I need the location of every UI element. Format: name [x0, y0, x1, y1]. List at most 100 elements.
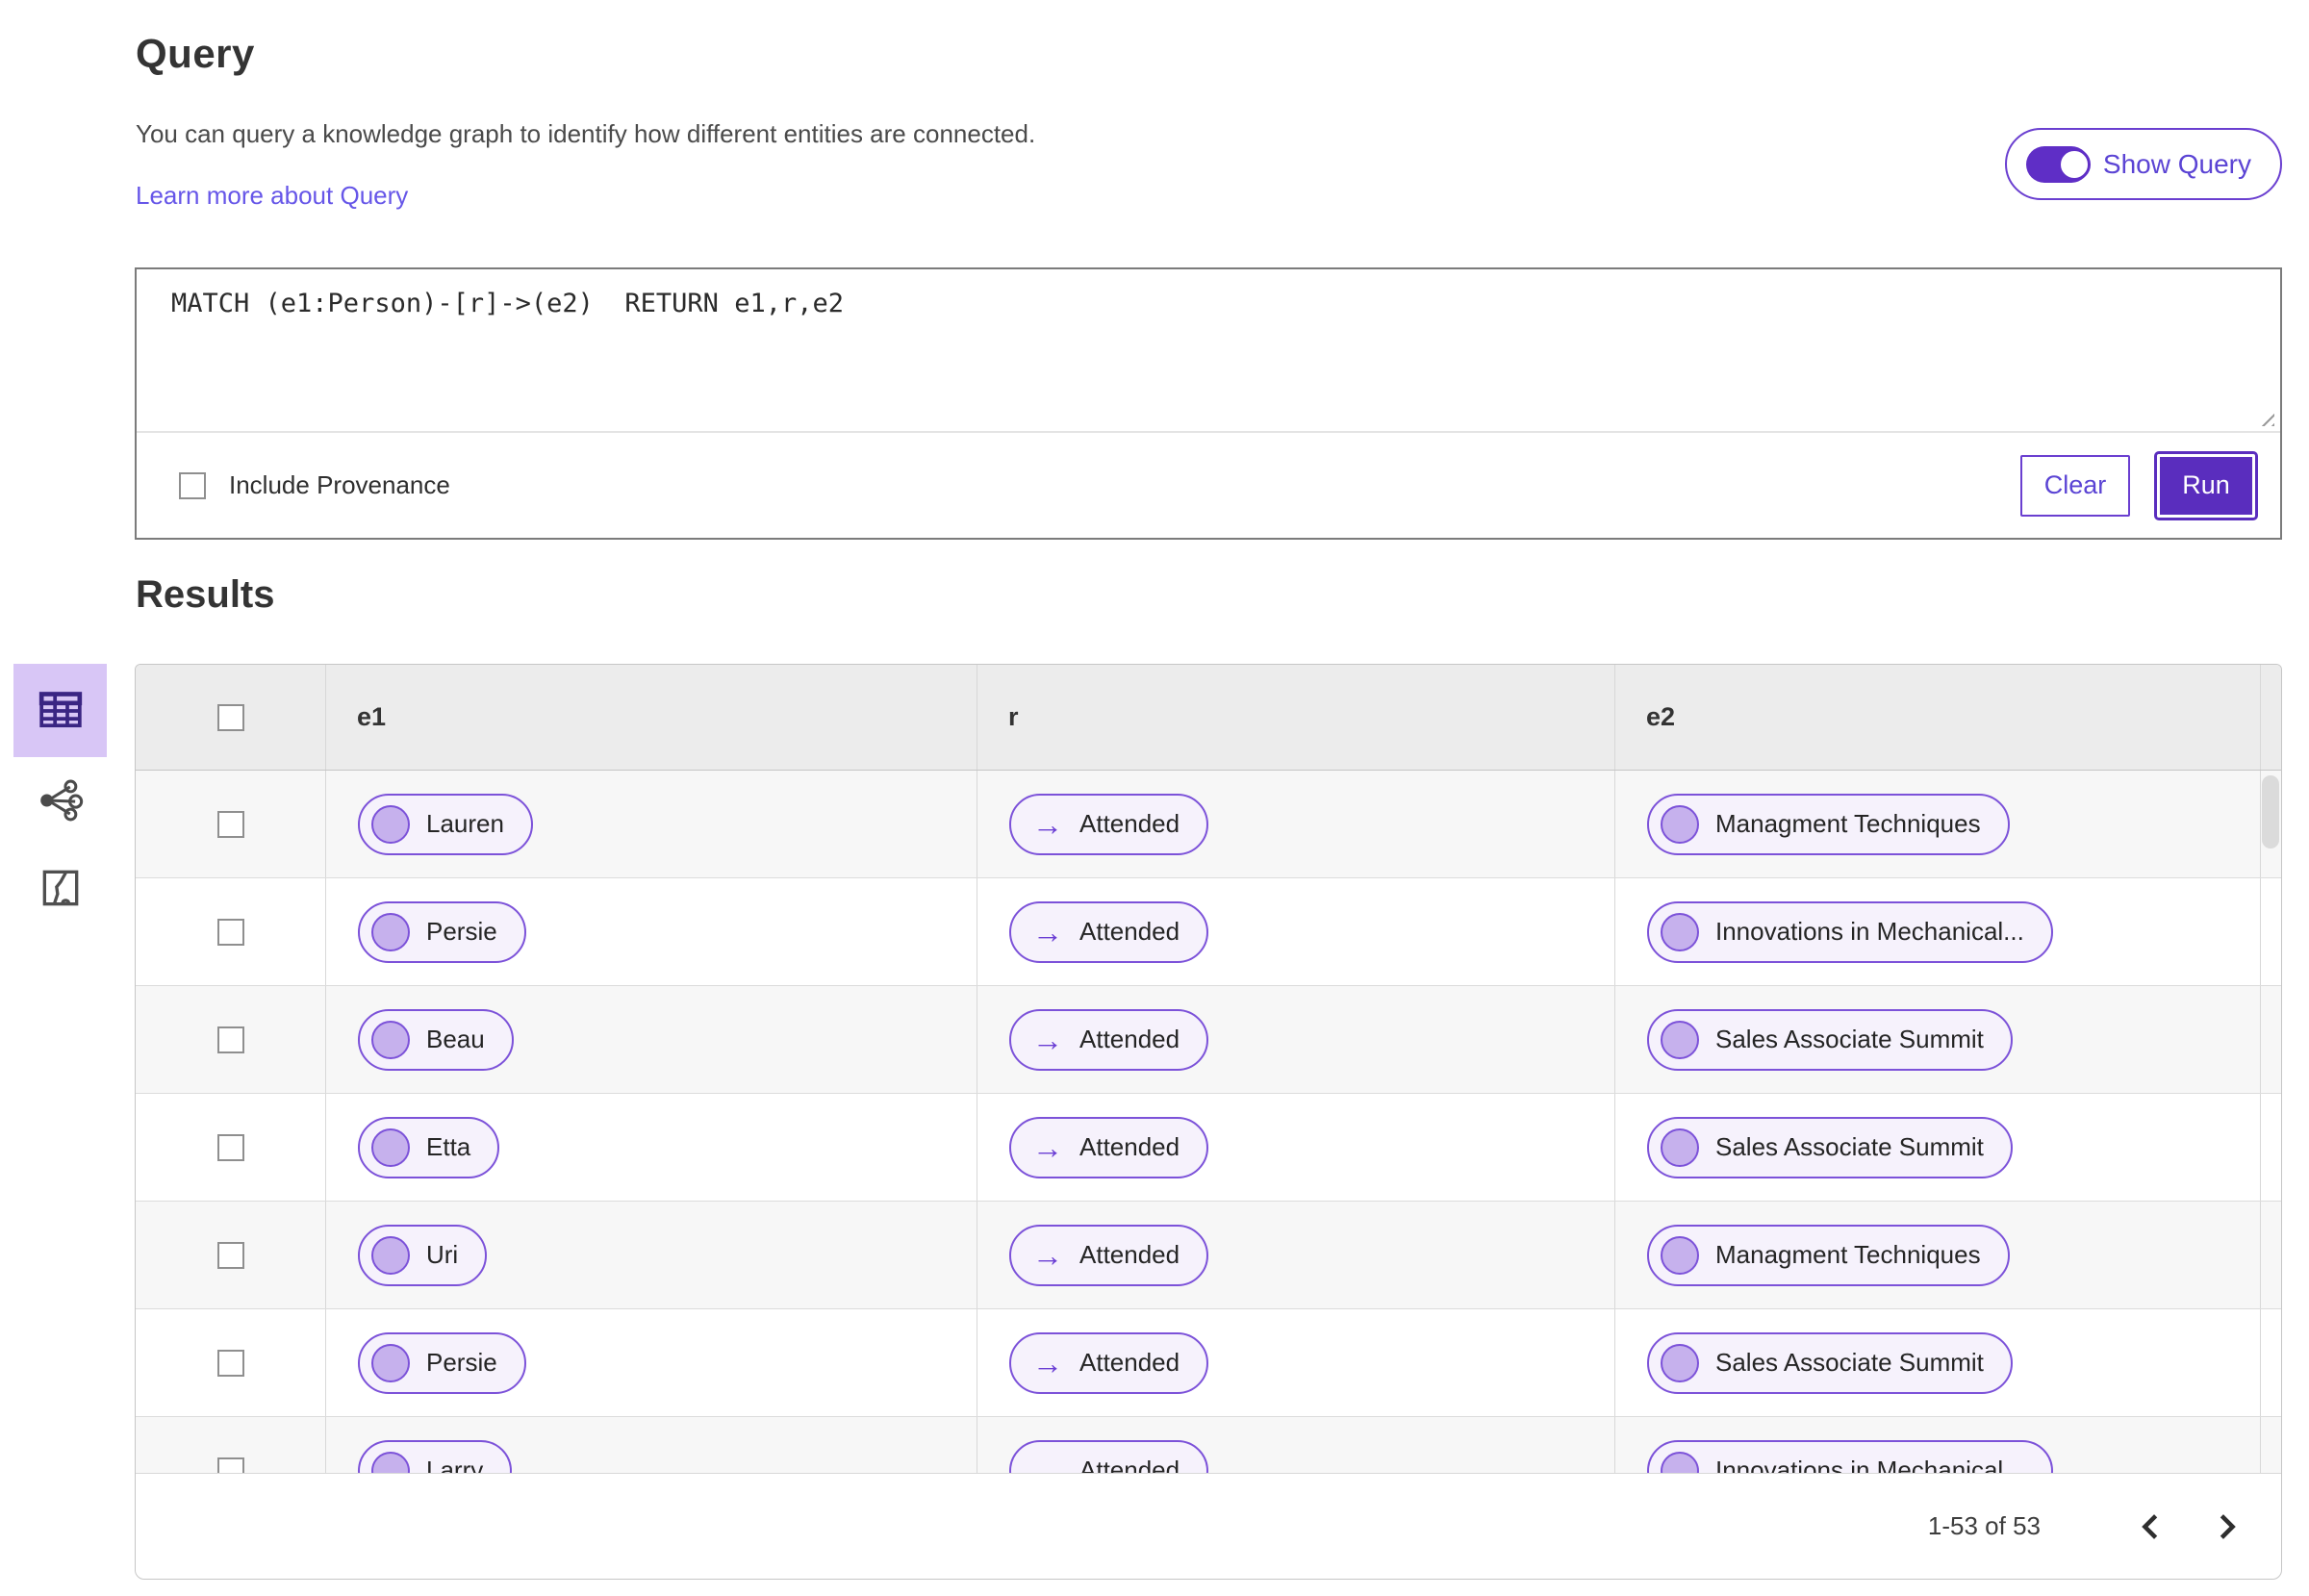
relationship-pill[interactable]: → Attended — [1009, 1331, 1209, 1394]
row-checkbox[interactable] — [216, 810, 244, 838]
toggle-knob[interactable] — [2057, 147, 2091, 181]
entity-node-icon — [371, 1020, 410, 1059]
resize-handle-icon[interactable] — [2255, 407, 2274, 426]
select-all-checkbox[interactable] — [216, 703, 244, 731]
entity-node-icon — [371, 1343, 410, 1382]
e1-pill-label: Persie — [426, 917, 497, 946]
scrollbar-gutter-cell — [2260, 878, 2281, 985]
entity-pill-e2[interactable]: Sales Associate Summit — [1647, 1008, 2013, 1071]
scrollbar-gutter-cell — [2260, 1202, 2281, 1308]
query-page: Query You can query a knowledge graph to… — [0, 0, 2309, 1596]
row-checkbox[interactable] — [216, 1133, 244, 1161]
table-row: Persie → Attended Innovations in Mechani… — [136, 878, 2281, 986]
entity-node-icon — [371, 1235, 410, 1275]
entity-pill-e1[interactable]: Etta — [358, 1116, 500, 1178]
vertical-scrollbar-thumb[interactable] — [2262, 775, 2279, 849]
page-title: Query — [136, 31, 255, 76]
relationship-arrow-icon: → — [1032, 1022, 1063, 1057]
row-checkbox[interactable] — [216, 1349, 244, 1377]
query-text[interactable]: MATCH (e1:Person)-[r]->(e2) RETURN e1,r,… — [171, 289, 844, 318]
view-rail-item-graph[interactable] — [13, 772, 107, 829]
e2-cell: Sales Associate Summit — [1614, 986, 2260, 1093]
table-header-row: e1 r e2 — [136, 665, 2281, 771]
entity-node-icon — [1661, 1235, 1699, 1275]
relationship-pill[interactable]: → Attended — [1009, 1008, 1209, 1071]
r-cell: → Attended — [977, 1202, 1614, 1308]
e1-cell: Lauren — [325, 771, 977, 877]
r-pill-label: Attended — [1079, 809, 1180, 838]
show-query-toggle[interactable]: Show Query — [2004, 128, 2282, 200]
results-title: Results — [136, 573, 275, 616]
e1-cell: Etta — [325, 1094, 977, 1201]
e2-pill-label: Innovations in Mechanical... — [1715, 917, 2024, 946]
table-row: Persie → Attended Sales Associate Summit — [136, 1309, 2281, 1417]
entity-pill-e2[interactable]: Managment Techniques — [1647, 1224, 2010, 1286]
entity-pill-e1[interactable]: Persie — [358, 900, 526, 963]
relationship-pill[interactable]: → Attended — [1009, 1439, 1209, 1476]
clear-button[interactable]: Clear — [2020, 454, 2130, 517]
entity-node-icon — [1661, 1127, 1699, 1167]
entity-pill-e1[interactable]: Persie — [358, 1331, 526, 1394]
r-pill-label: Attended — [1079, 1240, 1180, 1269]
table-icon — [38, 691, 82, 727]
e2-pill-label: Managment Techniques — [1715, 1240, 1981, 1269]
e2-pill-label: Sales Associate Summit — [1715, 1348, 1984, 1377]
entity-node-icon — [1661, 804, 1699, 844]
e1-cell: Persie — [325, 878, 977, 985]
row-select-cell — [136, 1202, 325, 1308]
e2-pill-label: Sales Associate Summit — [1715, 1132, 1984, 1161]
row-checkbox[interactable] — [216, 1241, 244, 1269]
pagination-next-button[interactable] — [2200, 1500, 2254, 1554]
entity-pill-e2[interactable]: Sales Associate Summit — [1647, 1116, 2013, 1178]
e2-cell: Innovations in Mechanical... — [1614, 878, 2260, 985]
e1-pill-label: Lauren — [426, 809, 504, 838]
query-input[interactable]: MATCH (e1:Person)-[r]->(e2) RETURN e1,r,… — [137, 269, 2280, 433]
row-select-cell — [136, 1094, 325, 1201]
entity-pill-e2[interactable]: Sales Associate Summit — [1647, 1331, 2013, 1394]
view-rail-item-map[interactable] — [13, 859, 107, 917]
e2-cell: Sales Associate Summit — [1614, 1309, 2260, 1416]
e1-cell: Persie — [325, 1309, 977, 1416]
row-checkbox[interactable] — [216, 1026, 244, 1053]
r-cell: → Attended — [977, 1309, 1614, 1416]
relationship-pill[interactable]: → Attended — [1009, 1224, 1209, 1286]
entity-pill-e1[interactable]: Uri — [358, 1224, 488, 1286]
e2-cell: Managment Techniques — [1614, 771, 2260, 877]
entity-pill-e2[interactable]: Innovations in Mechanical... — [1647, 900, 2053, 963]
column-header-e1: e1 — [325, 665, 977, 770]
table-row: Etta → Attended Sales Associate Summit — [136, 1094, 2281, 1202]
entity-pill-e1[interactable]: Beau — [358, 1008, 514, 1071]
results-table: e1 r e2 Lauren → Attended Managment Tech… — [135, 664, 2282, 1580]
table-row: Uri → Attended Managment Techniques — [136, 1202, 2281, 1309]
query-actions-bar: Include Provenance Clear Run — [137, 433, 2280, 538]
entity-pill-e1[interactable]: Larry — [358, 1439, 513, 1476]
row-checkbox[interactable] — [216, 918, 244, 946]
relationship-pill[interactable]: → Attended — [1009, 793, 1209, 855]
entity-pill-e2[interactable]: Innovations in Mechanical... — [1647, 1439, 2053, 1476]
pagination-prev-button[interactable] — [2123, 1500, 2177, 1554]
scrollbar-gutter-cell — [2260, 1309, 2281, 1416]
view-rail-item-table[interactable] — [13, 664, 107, 757]
run-button[interactable]: Run — [2154, 450, 2258, 520]
e1-pill-label: Beau — [426, 1025, 485, 1053]
map-route-icon — [42, 870, 78, 906]
row-select-cell — [136, 878, 325, 985]
scrollbar-gutter-cell — [2260, 986, 2281, 1093]
entity-node-icon — [1661, 1020, 1699, 1059]
r-pill-label: Attended — [1079, 1025, 1180, 1053]
toggle-switch-icon[interactable] — [2025, 145, 2091, 183]
table-row: Beau → Attended Sales Associate Summit — [136, 986, 2281, 1094]
learn-more-link[interactable]: Learn more about Query — [136, 181, 408, 211]
chevron-left-icon — [2142, 1513, 2158, 1539]
entity-pill-e1[interactable]: Lauren — [358, 793, 533, 855]
include-provenance-checkbox[interactable] — [179, 471, 206, 499]
column-header-e2: e2 — [1614, 665, 2260, 770]
e1-pill-label: Persie — [426, 1348, 497, 1377]
entity-node-icon — [371, 912, 410, 951]
e2-cell: Managment Techniques — [1614, 1202, 2260, 1308]
r-cell: → Attended — [977, 986, 1614, 1093]
relationship-pill[interactable]: → Attended — [1009, 1116, 1209, 1178]
entity-pill-e2[interactable]: Managment Techniques — [1647, 793, 2010, 855]
relationship-pill[interactable]: → Attended — [1009, 900, 1209, 963]
relationship-arrow-icon: → — [1032, 806, 1063, 842]
